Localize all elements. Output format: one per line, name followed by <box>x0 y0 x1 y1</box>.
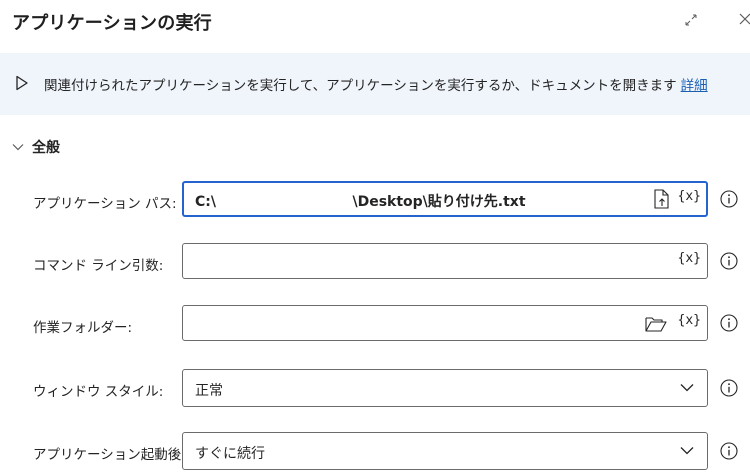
section-general-header[interactable]: 全般 <box>12 137 60 157</box>
info-icon[interactable] <box>720 442 738 460</box>
app-path-value: C:\ \Desktop\貼り付け先.txt <box>195 194 526 210</box>
after-launch-select[interactable]: すぐに続行 <box>182 432 708 470</box>
close-icon[interactable] <box>738 10 750 28</box>
info-icon[interactable] <box>720 314 738 332</box>
dialog-title: アプリケーションの実行 <box>12 13 212 34</box>
variable-button[interactable]: {x} <box>678 251 701 266</box>
after-launch-value: すぐに続行 <box>195 446 265 462</box>
window-style-value: 正常 <box>195 383 223 399</box>
info-icon[interactable] <box>720 379 738 397</box>
after-launch-row: アプリケーション起動後: すぐに続行 <box>0 432 750 472</box>
chevron-down-icon <box>680 384 694 392</box>
details-link[interactable]: 詳細 <box>681 78 708 94</box>
window-style-select[interactable]: 正常 <box>182 369 708 407</box>
window-style-label: ウィンドウ スタイル: <box>33 384 164 400</box>
work-folder-input[interactable]: {x} <box>182 305 708 341</box>
play-icon <box>16 75 28 91</box>
work-folder-label: 作業フォルダー: <box>33 320 133 336</box>
app-path-row: アプリケーション パス: C:\ \Desktop\貼り付け先.txt {x} <box>0 181 750 221</box>
info-icon[interactable] <box>720 252 738 270</box>
command-args-input[interactable]: {x} <box>182 243 708 279</box>
folder-icon[interactable] <box>645 316 667 332</box>
expand-icon[interactable] <box>683 12 699 28</box>
description-banner: 関連付けられたアプリケーションを実行して、アプリケーションを実行するか、ドキュメ… <box>0 53 750 115</box>
command-args-row: コマンド ライン引数: {x} <box>0 243 750 283</box>
description-body: 関連付けられたアプリケーションを実行して、アプリケーションを実行するか、ドキュメ… <box>44 78 677 94</box>
after-launch-label: アプリケーション起動後: <box>33 447 186 463</box>
description-text: 関連付けられたアプリケーションを実行して、アプリケーションを実行するか、ドキュメ… <box>44 74 708 94</box>
file-picker-icon[interactable] <box>653 189 671 209</box>
app-path-label: アプリケーション パス: <box>33 196 177 212</box>
variable-button[interactable]: {x} <box>678 313 701 328</box>
section-label: 全般 <box>32 140 60 156</box>
app-path-input[interactable]: C:\ \Desktop\貼り付け先.txt {x} <box>182 181 708 217</box>
work-folder-row: 作業フォルダー: {x} <box>0 305 750 345</box>
chevron-down-icon <box>680 447 694 455</box>
variable-button[interactable]: {x} <box>678 189 701 204</box>
chevron-down-icon <box>12 144 24 151</box>
window-style-row: ウィンドウ スタイル: 正常 <box>0 369 750 409</box>
info-icon[interactable] <box>720 190 738 208</box>
command-args-label: コマンド ライン引数: <box>33 258 164 274</box>
